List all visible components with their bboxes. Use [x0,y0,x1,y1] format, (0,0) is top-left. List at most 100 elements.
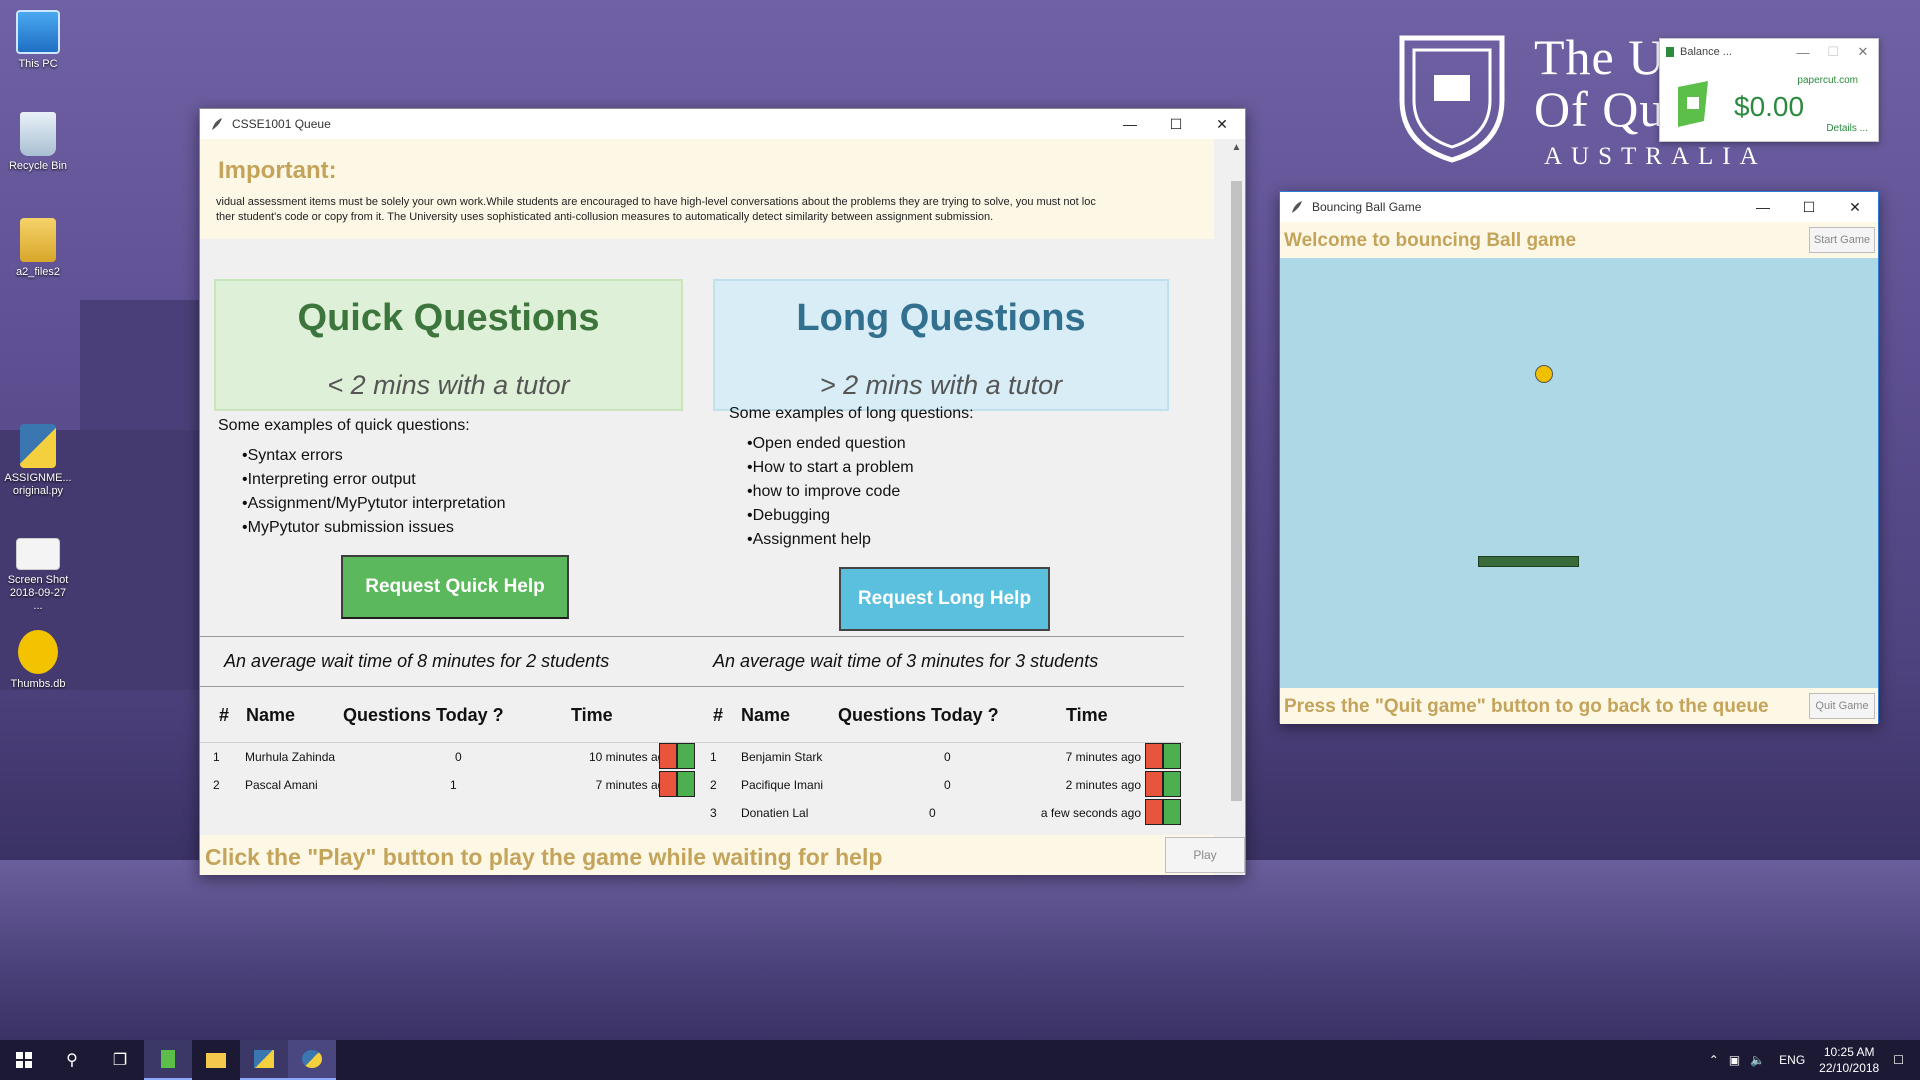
list-item: Syntax errors [242,447,506,465]
queue-content: Important: vidual assessment items must … [200,139,1229,875]
minimize-icon[interactable]: — [1740,192,1786,222]
row-num: 2 [213,778,220,792]
quick-questions-title: Quick Questions [297,297,600,339]
row-questions: 0 [944,750,951,764]
desktop-icon-recycle-bin[interactable]: Recycle Bin [4,112,72,173]
game-window-title: Bouncing Ball Game [1312,200,1422,214]
scroll-up-icon[interactable]: ▲ [1228,139,1245,156]
remove-student-button[interactable] [659,743,677,769]
accept-student-button[interactable] [677,771,695,797]
request-quick-help-button[interactable]: Request Quick Help [341,555,569,619]
quick-examples-heading: Some examples of quick questions: [218,417,470,434]
long-col-time: Time [1066,705,1108,725]
close-icon[interactable]: ✕ [1832,192,1878,222]
papercut-taskbar-icon[interactable] [144,1040,192,1080]
file-explorer-icon[interactable] [192,1040,240,1080]
remove-student-button[interactable] [1145,743,1163,769]
feather-icon [212,118,222,130]
row-name: Murhula Zahinda [245,750,336,764]
papercut-site-link[interactable]: papercut.com [1797,75,1858,86]
ball [1535,365,1553,383]
desktop-icon-this-pc[interactable]: This PC [4,10,72,71]
accept-student-button[interactable] [1163,799,1181,825]
important-heading: Important: [218,157,337,184]
game-welcome-message: Welcome to bouncing Ball game [1284,230,1577,251]
desktop-icon-label: ASSIGNME... [4,472,72,484]
list-item: Interpreting error output [242,471,506,489]
python-idle-taskbar-icon[interactable] [240,1040,288,1080]
remove-student-button[interactable] [1145,771,1163,797]
vertical-scrollbar[interactable]: ▲ ▼ [1228,139,1245,875]
volume-icon[interactable]: 🔈 [1750,1053,1765,1067]
desktop-icon-assignment-py[interactable]: ASSIGNME... original.py [4,424,72,498]
desktop-icon-label: a2_files2 [15,266,61,278]
important-text-line2: ther student's code or copy from it. The… [216,211,994,223]
remove-student-button[interactable] [659,771,677,797]
windows-start-icon[interactable] [0,1040,48,1080]
long-questions-card: Long Questions > 2 mins with a tutor [713,279,1169,411]
close-icon[interactable]: ✕ [1199,109,1245,139]
maximize-icon[interactable]: ☐ [1786,192,1832,222]
important-text-line1: vidual assessment items must be solely y… [216,196,1096,208]
desktop-icon-a2-files[interactable]: a2_files2 [4,218,72,279]
language-indicator[interactable]: ENG [1779,1053,1805,1067]
thumbs-db-icon [18,630,58,674]
important-notice: Important: vidual assessment items must … [200,139,1214,239]
desktop-icon-screenshot[interactable]: Screen Shot 2018-09-27 ... [4,538,72,613]
python-app-taskbar-icon[interactable] [288,1040,336,1080]
game-canvas[interactable] [1280,258,1878,688]
notification-icon[interactable]: ☐ [1893,1053,1904,1067]
python-file-icon [20,424,56,468]
row-num: 3 [710,806,717,820]
desktop-icon-label: This PC [18,58,58,70]
list-item: Assignment help [747,531,974,549]
list-item: Assignment/MyPytutor interpretation [242,495,506,513]
feather-icon [1292,201,1302,213]
paddle[interactable] [1478,556,1579,567]
task-view-icon[interactable]: ❐ [96,1040,144,1080]
quick-col-num: # [219,705,230,725]
long-questions-subtitle: > 2 mins with a tutor [819,370,1063,400]
quit-message: Press the "Quit game" button to go back … [1284,696,1769,717]
row-time: 2 minutes ago [1065,778,1141,792]
start-game-button[interactable]: Start Game [1809,227,1875,253]
list-item: Debugging [747,507,974,525]
quick-wait-time: An average wait time of 8 minutes for 2 … [224,651,610,671]
desktop-icon-label: Thumbs.db [10,678,66,690]
game-window: Bouncing Ball Game — ☐ ✕ Welcome to boun… [1279,191,1879,724]
row-time: a few seconds ago [1040,806,1141,820]
accept-student-button[interactable] [1163,743,1181,769]
search-icon[interactable]: ⚲ [48,1040,96,1080]
list-item: MyPytutor submission issues [242,519,506,537]
remove-student-button[interactable] [1145,799,1163,825]
game-titlebar[interactable]: Bouncing Ball Game — ☐ ✕ [1280,192,1878,222]
minimize-icon[interactable]: — [1788,45,1818,60]
papercut-details-link[interactable]: Details ... [1826,123,1868,134]
uq-logo-line3: AUSTRALIA [1544,143,1767,170]
long-wait-time: An average wait time of 3 minutes for 3 … [713,651,1099,671]
row-time: 7 minutes ago [595,778,671,792]
papercut-titlebar: Balance ... — ☐ ✕ [1660,39,1878,65]
queue-titlebar[interactable]: CSSE1001 Queue — ☐ ✕ [200,109,1245,139]
accept-student-button[interactable] [677,743,695,769]
scrollbar-thumb[interactable] [1231,181,1242,801]
request-long-help-button[interactable]: Request Long Help [839,567,1050,631]
zip-folder-icon [20,218,56,262]
accept-student-button[interactable] [1163,771,1181,797]
desktop-icon-thumbs-db[interactable]: Thumbs.db [4,630,72,691]
chevron-up-icon[interactable]: ⌃ [1709,1053,1719,1067]
close-icon[interactable]: ✕ [1848,44,1878,60]
papercut-logo-icon [1678,81,1708,127]
clock[interactable]: 10:25 AM 22/10/2018 [1819,1044,1879,1076]
maximize-icon[interactable]: ☐ [1818,44,1848,60]
quick-questions-card: Quick Questions < 2 mins with a tutor [214,279,683,411]
quick-col-time: Time [571,705,613,725]
papercut-title: Balance ... [1680,46,1732,58]
network-icon[interactable]: ▣ [1729,1053,1740,1067]
papercut-balance-amount: $0.00 [1734,91,1805,122]
row-num: 2 [710,778,717,792]
play-button[interactable]: Play [1165,837,1245,873]
maximize-icon[interactable]: ☐ [1153,109,1199,139]
minimize-icon[interactable]: — [1107,109,1153,139]
quit-game-button[interactable]: Quit Game [1809,693,1875,719]
